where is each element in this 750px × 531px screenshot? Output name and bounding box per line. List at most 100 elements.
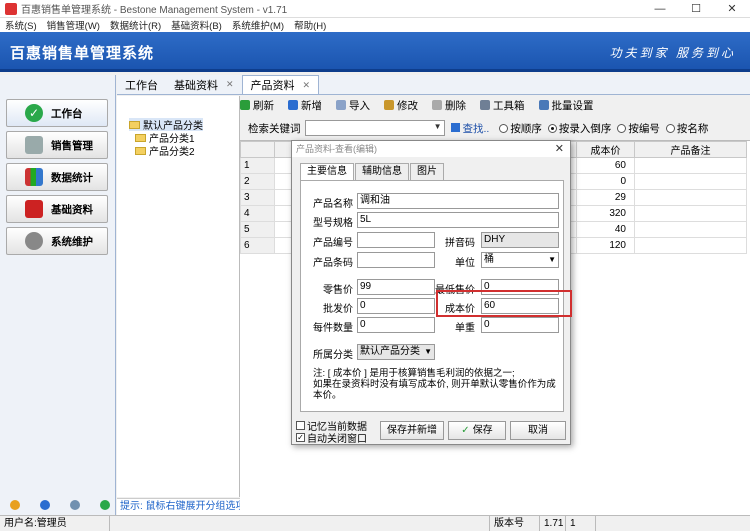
qty-per-pack-field[interactable]: 0 [357,317,435,333]
refresh-icon [240,100,250,110]
tree-node-2[interactable]: 产品分类2 [135,144,195,158]
menu-basic[interactable]: 基础资料(B) [166,18,227,32]
delete-button[interactable]: 删除 [432,98,466,113]
gear-icon [25,232,43,250]
tab-bar: 工作台 基础资料 ✕ 产品资料 ✕ [117,75,750,95]
radio-code[interactable]: 按编号 [617,121,660,136]
product-name-label: 产品名称 [313,199,353,210]
code-field[interactable] [357,232,435,248]
nav-stats[interactable]: 数据统计 [6,163,108,191]
chevron-down-icon[interactable]: ▼ [434,122,442,131]
spec-field[interactable]: 5L [357,212,559,228]
button-label: 保存 [472,425,493,436]
close-icon[interactable]: ✕ [226,79,234,90]
note-line-1: 注: [ 成本价 ] 是用于核算销售毛利润的依据之一; [313,368,515,379]
radio-name[interactable]: 按名称 [665,121,708,136]
cell-note [634,173,747,190]
col-header[interactable] [240,141,275,158]
auto-close-checkbox[interactable]: ✓ 自动关闭窗口 [296,430,367,445]
save-button[interactable]: ✓ 保存 [448,421,506,440]
toolbox-button[interactable]: 工具箱 [480,98,525,113]
tree-hint: 提示: 鼠标右键展开分组选项 [117,498,240,515]
radio-circle [547,123,557,133]
col-header[interactable]: 成本价 [576,141,635,158]
menu-system[interactable]: 系统(S) [0,18,42,32]
unit-weight-label: 单重 [455,323,475,334]
tab-aux-info[interactable]: 辅助信息 [355,163,409,180]
info-icon[interactable] [40,500,50,510]
wholesale-price-field[interactable]: 0 [357,298,435,314]
pinyin-field[interactable]: DHY [481,232,559,248]
title-bar: 百惠销售单管理系统 - Bestone Management System - … [0,0,750,18]
tab-main-info[interactable]: 主要信息 [300,163,354,181]
checkbox-box [296,421,305,430]
cell-note [634,189,747,206]
category-select[interactable]: 默认产品分类 ▼ [357,344,435,360]
retail-price-field[interactable]: 99 [357,279,435,295]
window-icon[interactable] [70,500,80,510]
radio-order[interactable]: 按顺序 [499,121,542,136]
app-banner: 百惠销售单管理系统 功夫到家 服务到心 [0,32,750,72]
add-button[interactable]: 新增 [288,98,322,113]
button-label: 删除 [445,99,466,112]
status-spacer [110,515,490,531]
warning-icon[interactable] [10,500,20,510]
barcode-label: 产品条码 [313,258,353,269]
cell-note [634,221,747,238]
menu-stats[interactable]: 数据统计(R) [105,18,166,32]
search-input[interactable]: ▼ [304,120,445,136]
row-number: 3 [240,189,275,206]
cancel-button[interactable]: 取消 [510,421,566,440]
check-icon: ✓ [25,104,43,122]
import-button[interactable]: 导入 [336,98,370,113]
folder-icon [135,146,146,155]
checkbox-label: 自动关闭窗口 [307,434,367,445]
tab-images[interactable]: 图片 [410,163,444,180]
maximize-button[interactable]: ☐ [678,0,714,18]
folder-icon [129,120,140,129]
save-and-new-button[interactable]: 保存并新增 [380,421,444,440]
dialog-close-icon[interactable]: ✕ [555,142,564,155]
tab-product-data[interactable]: 产品资料 ✕ [241,75,320,94]
close-button[interactable]: ✕ [714,0,750,18]
refresh-button[interactable]: 刷新 [240,98,274,113]
plus-icon [288,100,298,110]
barcode-field[interactable] [357,252,435,268]
col-header[interactable]: 产品备注 [634,141,747,158]
status-version: 1.71 [540,515,566,531]
edit-button[interactable]: 修改 [384,98,418,113]
add-icon[interactable] [100,500,110,510]
product-edit-dialog: 产品资料-查看(编辑) ✕ 主要信息 辅助信息 图片 产品名称 调和油 型号规格… [291,140,572,445]
radio-label: 按编号 [628,122,660,135]
batch-settings-button[interactable]: 批量设置 [538,98,594,113]
edit-icon [384,100,394,110]
nav-basic-data[interactable]: 基础资料 [6,195,108,223]
find-button[interactable]: 查找.. [450,121,489,136]
product-name-field[interactable]: 调和油 [357,193,559,209]
nav-workbench[interactable]: ✓ 工作台 [6,99,108,127]
nav-maintenance[interactable]: 系统维护 [6,227,108,255]
chevron-down-icon[interactable]: ▼ [424,345,432,359]
unit-weight-field[interactable]: 0 [481,317,559,333]
radio-label: 按顺序 [510,122,542,135]
code-label: 产品编号 [313,238,353,249]
cell-cost: 0 [576,173,635,190]
radio-label: 按录入倒序 [558,122,612,135]
minimize-button[interactable]: — [642,0,678,18]
spec-label: 型号规格 [313,218,353,229]
menu-help[interactable]: 帮助(H) [289,18,331,32]
status-extra: 1 [566,515,596,531]
menu-sales[interactable]: 销售管理(W) [42,18,105,32]
button-label: 工具箱 [493,99,525,112]
tab-workbench[interactable]: 工作台 [117,75,166,94]
tab-label: 产品资料 [250,80,295,92]
window-controls: — ☐ ✕ [642,0,750,18]
nav-sales[interactable]: 销售管理 [6,131,108,159]
unit-select[interactable]: 桶 ▼ [481,252,559,268]
menu-maintenance[interactable]: 系统维护(M) [227,18,289,32]
radio-reverse[interactable]: 按录入倒序 [547,121,612,136]
tab-basic-data[interactable]: 基础资料 ✕ [166,75,242,94]
chevron-down-icon[interactable]: ▼ [548,253,556,267]
dialog-main-panel: 产品名称 调和油 型号规格 5L 产品编号 拼音码 DHY 产品条码 单位 桶 ▼… [300,180,572,412]
close-icon[interactable]: ✕ [303,80,311,91]
